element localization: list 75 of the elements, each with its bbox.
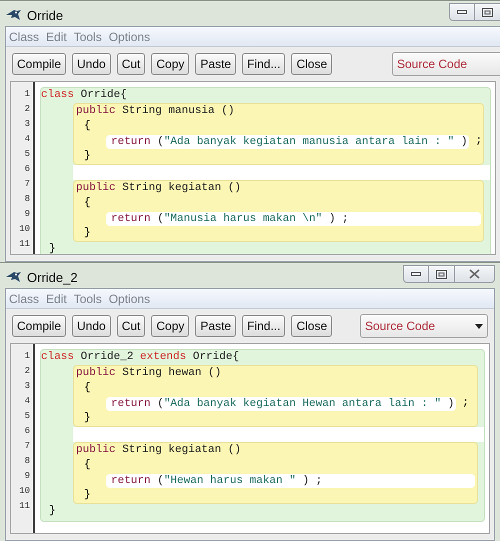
toolbar-button[interactable]: Undo: [72, 53, 111, 75]
code-line: ;: [475, 134, 482, 149]
code-line: return ("Hewan harus makan " ) ;: [111, 474, 322, 486]
line-number: 10: [19, 485, 30, 498]
toolbar-button[interactable]: Cut: [116, 315, 146, 337]
line-number: 8: [24, 193, 30, 206]
line-number: 2: [24, 103, 30, 116]
code-line: {: [84, 459, 91, 471]
line-number: 5: [24, 410, 30, 423]
minimize-button[interactable]: [403, 265, 429, 283]
view-selector[interactable]: Source Code: [392, 52, 500, 76]
toolbar-button[interactable]: Close: [291, 53, 332, 75]
maximize-button[interactable]: [429, 265, 455, 283]
bird-icon: [5, 271, 22, 283]
maximize-button[interactable]: [475, 3, 500, 21]
code-line: return ("Manusia harus makan \n" ) ;: [111, 212, 349, 224]
code-line: }: [84, 489, 91, 501]
code-line: }: [49, 505, 56, 517]
line-number: 6: [24, 163, 30, 176]
line-number: 3: [24, 380, 30, 393]
window-title: Orride: [27, 7, 64, 25]
code-line: {: [84, 120, 91, 132]
code-line: ;: [462, 396, 469, 411]
toolbar-button[interactable]: Cut: [116, 53, 146, 75]
minimize-button[interactable]: [449, 3, 475, 21]
toolbar-button[interactable]: Undo: [72, 315, 111, 337]
line-number: 6: [24, 425, 30, 438]
maximize-icon: [482, 8, 493, 16]
toolbar-button[interactable]: Copy: [151, 315, 190, 337]
close-icon: [469, 269, 480, 279]
line-number: 9: [24, 470, 30, 483]
code-line: }: [49, 243, 56, 254]
code-line: class Orride_2 extends Orride{: [41, 351, 240, 363]
toolbar-button[interactable]: Paste: [195, 53, 236, 75]
toolbar-button[interactable]: Close: [291, 315, 332, 337]
minimize-icon: [457, 10, 467, 14]
line-number: 10: [19, 223, 30, 236]
minimize-icon: [411, 272, 421, 276]
window-title: Orride_2: [27, 269, 78, 287]
toolbar-button[interactable]: Copy: [151, 53, 190, 75]
code-line: return ("Ada banyak kegiatan manusia antara lain : " ): [111, 136, 468, 148]
toolbar-button[interactable]: Compile: [12, 315, 66, 337]
line-number: 8: [24, 455, 30, 468]
line-number: 7: [24, 440, 30, 453]
toolbar-button[interactable]: Compile: [12, 53, 66, 75]
maximize-icon: [436, 270, 447, 278]
bird-icon: [5, 9, 22, 21]
line-number: 4: [24, 133, 30, 146]
line-number: 5: [24, 148, 30, 161]
close-button[interactable]: [455, 265, 495, 283]
code-line: }: [84, 227, 91, 239]
line-number: 11: [19, 500, 30, 513]
line-number: 1: [24, 350, 30, 363]
line-number: 1: [24, 88, 30, 101]
toolbar-button[interactable]: Paste: [195, 315, 236, 337]
code-line: public String kegiatan (): [76, 182, 242, 194]
code-line: public String hewan (): [76, 367, 222, 379]
code-line: public String kegiatan (): [76, 444, 242, 456]
line-number: 4: [24, 395, 30, 408]
line-number: 7: [24, 178, 30, 191]
toolbar-button[interactable]: Find...: [242, 315, 286, 337]
line-number: 11: [19, 238, 30, 251]
line-number: 9: [24, 208, 30, 221]
code-line: public String manusia (): [76, 105, 234, 117]
caret-icon: [475, 324, 483, 328]
code-line: class Orride{: [41, 89, 127, 101]
line-number: 2: [24, 365, 30, 378]
code-line: }: [84, 412, 91, 424]
code-line: {: [84, 197, 91, 209]
line-number: 3: [24, 118, 30, 131]
code-line: }: [84, 150, 91, 162]
code-line: return ("Ada banyak kegiatan Hewan antara lain : " ): [111, 398, 454, 410]
code-line: {: [84, 382, 91, 394]
toolbar-button[interactable]: Find...: [242, 53, 286, 75]
view-selector[interactable]: Source Code: [360, 314, 488, 338]
